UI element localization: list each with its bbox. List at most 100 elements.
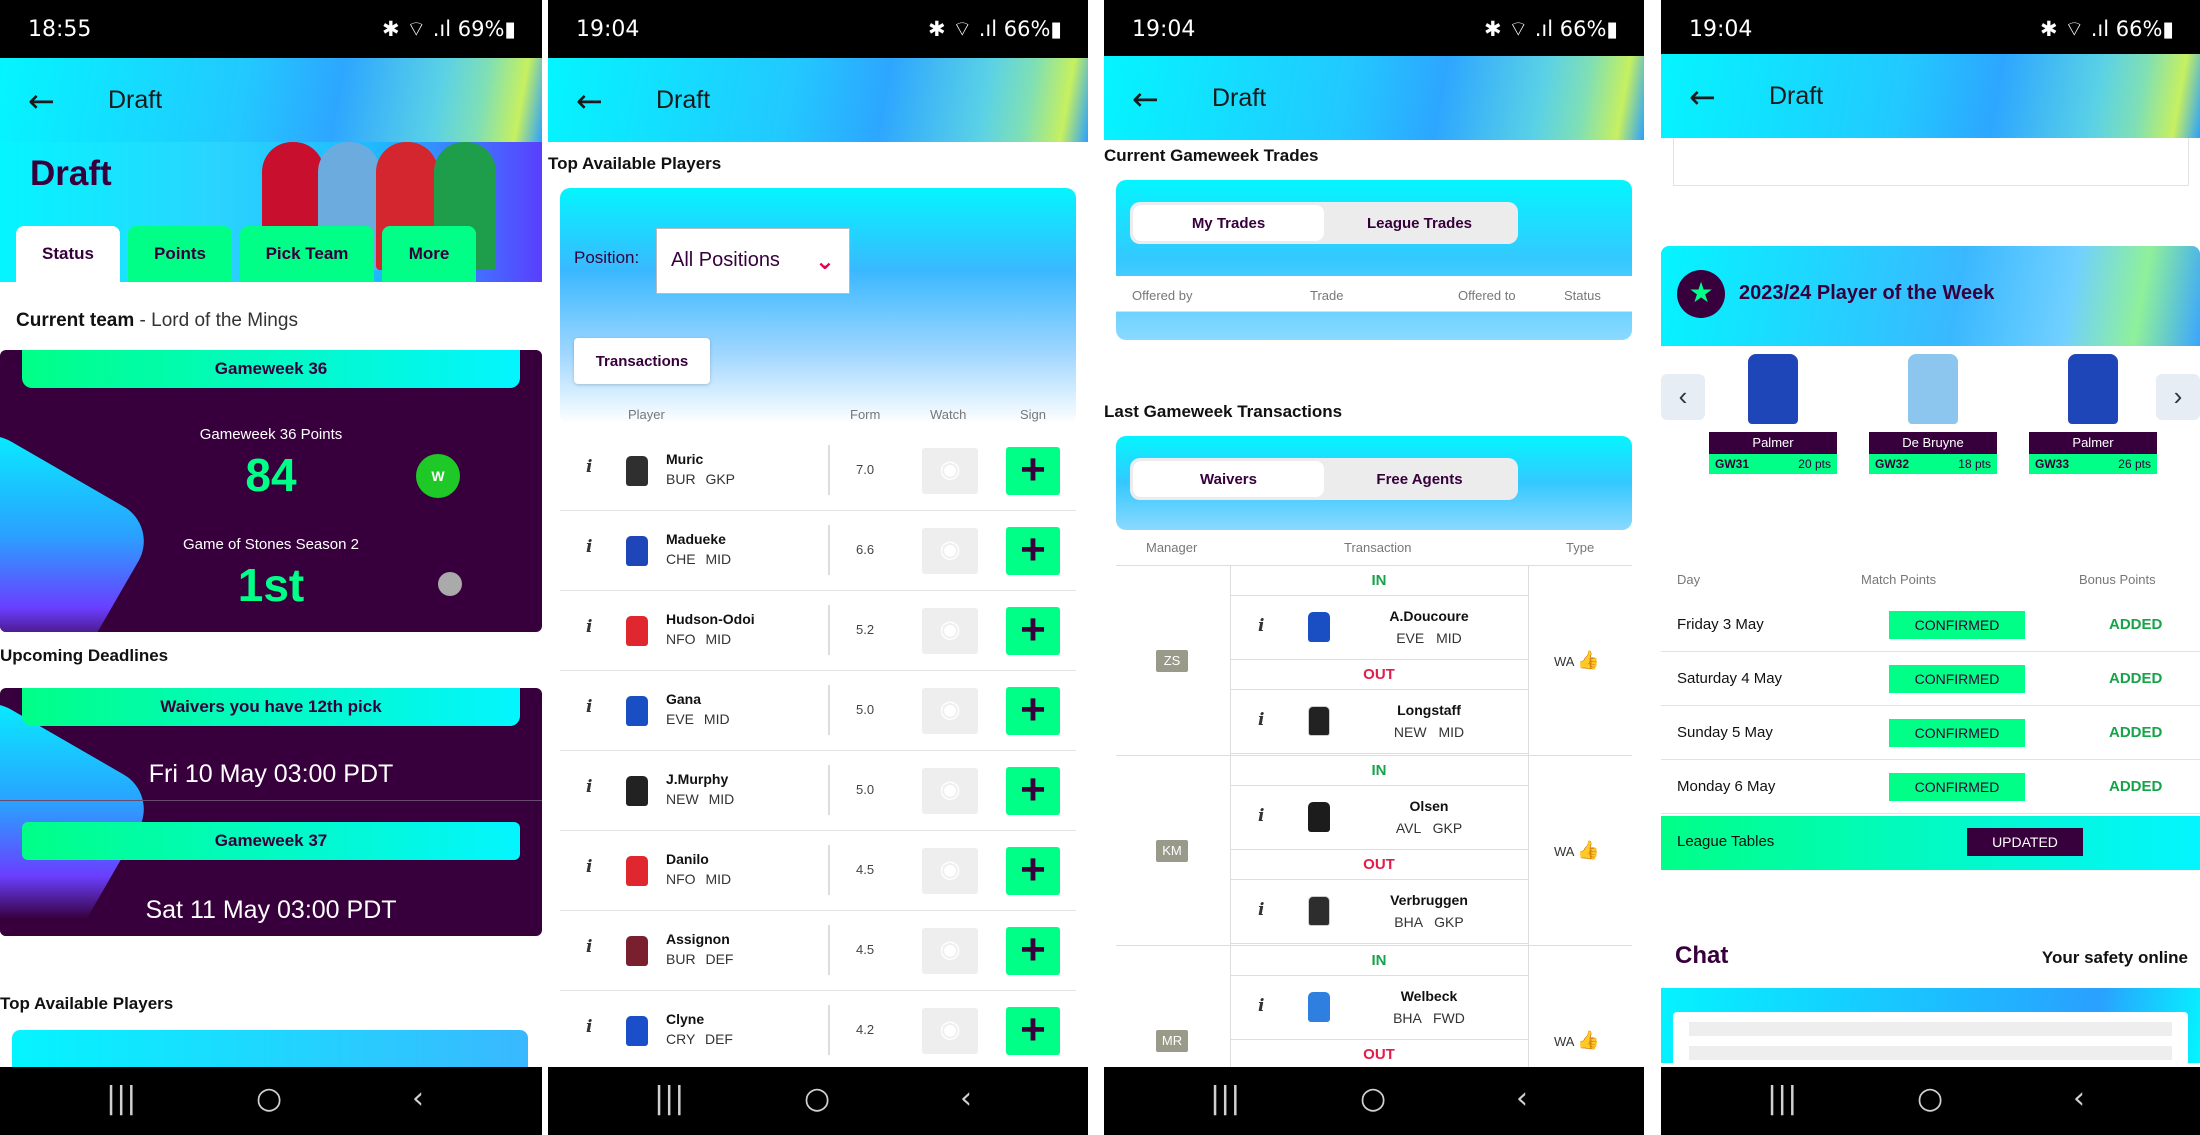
position-select[interactable]: All Positions ⌄ xyxy=(656,228,850,294)
kit-icon xyxy=(1308,992,1330,1022)
chevron-left-icon[interactable]: ‹ xyxy=(1661,374,1705,420)
status-icons: ✱ ⌔ .ıl 66%▮ xyxy=(1484,17,1618,41)
tab-pick-team[interactable]: Pick Team xyxy=(240,226,374,282)
clock: 19:04 xyxy=(576,17,640,42)
sign-plus-button[interactable]: + xyxy=(1006,767,1060,815)
player-in[interactable]: i Olsen AVL GKP xyxy=(1230,786,1528,850)
player-name: Olsen xyxy=(1409,798,1449,814)
tab-more[interactable]: More xyxy=(382,226,476,282)
recents-icon[interactable]: ||| xyxy=(1767,1081,1797,1116)
info-icon[interactable]: i xyxy=(586,617,592,637)
info-icon[interactable]: i xyxy=(586,1017,592,1037)
info-icon[interactable]: i xyxy=(1258,710,1264,730)
thumbs-up-icon: 👍 xyxy=(1577,1030,1600,1050)
watch-eye-icon[interactable]: ◉ xyxy=(922,928,978,974)
home-icon[interactable]: ○ xyxy=(256,1081,282,1116)
potw-item[interactable]: Palmer GW33 26 pts xyxy=(2029,354,2157,474)
divider xyxy=(828,925,830,975)
watch-eye-icon[interactable]: ◉ xyxy=(922,608,978,654)
back-arrow-icon[interactable]: ← xyxy=(1132,80,1159,118)
home-icon[interactable]: ○ xyxy=(1360,1081,1386,1116)
recents-icon[interactable]: ||| xyxy=(1210,1081,1240,1116)
chevron-right-icon[interactable]: › xyxy=(2156,374,2200,420)
player-in[interactable]: i A.Doucoure EVE MID xyxy=(1230,596,1528,660)
player-team-pos: AVL GKP xyxy=(1395,820,1463,836)
recents-icon[interactable]: ||| xyxy=(654,1081,684,1116)
potw-item[interactable]: De Bruyne GW32 18 pts xyxy=(1869,354,1997,474)
info-icon[interactable]: i xyxy=(586,697,592,717)
player-row[interactable]: i Danilo NFO MID 4.5 ◉ + xyxy=(560,831,1076,911)
info-icon[interactable]: i xyxy=(586,457,592,477)
info-icon[interactable]: i xyxy=(586,857,592,877)
sign-plus-button[interactable]: + xyxy=(1006,527,1060,575)
back-arrow-icon[interactable]: ← xyxy=(28,82,55,120)
transactions-button[interactable]: Transactions xyxy=(574,338,710,384)
tab-status[interactable]: Status xyxy=(16,226,120,282)
recents-icon[interactable]: ||| xyxy=(106,1081,136,1116)
player-team-pos: NEW MID xyxy=(1393,724,1465,740)
sign-plus-button[interactable]: + xyxy=(1006,687,1060,735)
potw-gw-points: GW31 20 pts xyxy=(1709,454,1837,474)
player-in[interactable]: i Welbeck BHA FWD xyxy=(1230,976,1528,1040)
watch-eye-icon[interactable]: ◉ xyxy=(922,768,978,814)
safety-online-link[interactable]: Your safety online xyxy=(2042,948,2188,968)
watch-eye-icon[interactable]: ◉ xyxy=(922,848,978,894)
back-arrow-icon[interactable]: ← xyxy=(1689,78,1716,116)
watch-eye-icon[interactable]: ◉ xyxy=(922,448,978,494)
potw-item[interactable]: Palmer GW31 20 pts xyxy=(1709,354,1837,474)
divider xyxy=(828,765,830,815)
player-row[interactable]: i Hudson-Odoi NFO MID 5.2 ◉ + xyxy=(560,591,1076,671)
player-form: 4.5 xyxy=(856,942,875,957)
tab-waivers[interactable]: Waivers xyxy=(1133,461,1324,497)
info-icon[interactable]: i xyxy=(1258,806,1264,826)
day-label: Sunday 5 May xyxy=(1677,724,1773,741)
info-icon[interactable]: i xyxy=(586,537,592,557)
info-icon[interactable]: i xyxy=(1258,616,1264,636)
status-bar: 19:04 ✱ ⌔ .ıl 66%▮ xyxy=(548,0,1088,58)
potw-gw-points: GW32 18 pts xyxy=(1869,454,1997,474)
player-out[interactable]: i Verbruggen BHA GKP xyxy=(1230,880,1528,944)
tab-league-trades[interactable]: League Trades xyxy=(1324,205,1515,241)
sign-plus-button[interactable]: + xyxy=(1006,847,1060,895)
watch-eye-icon[interactable]: ◉ xyxy=(922,1008,978,1054)
watch-eye-icon[interactable]: ◉ xyxy=(922,528,978,574)
home-icon[interactable]: ○ xyxy=(1917,1081,1943,1116)
nav-back-icon[interactable]: ‹ xyxy=(2073,1081,2085,1116)
info-icon[interactable]: i xyxy=(586,937,592,957)
tab-free-agents[interactable]: Free Agents xyxy=(1324,461,1515,497)
player-row[interactable]: i Muric BUR GKP 7.0 ◉ + xyxy=(560,431,1076,511)
info-icon[interactable]: i xyxy=(586,777,592,797)
out-label: OUT xyxy=(1230,850,1528,880)
out-label: OUT xyxy=(1230,1040,1528,1070)
tab-points[interactable]: Points xyxy=(128,226,232,282)
info-icon[interactable]: i xyxy=(1258,900,1264,920)
sign-plus-button[interactable]: + xyxy=(1006,447,1060,495)
header-title: Draft xyxy=(656,86,711,114)
info-icon[interactable]: i xyxy=(1258,996,1264,1016)
potw-player-name: Palmer xyxy=(2029,432,2157,454)
match-points-status: CONFIRMED xyxy=(1889,665,2025,693)
player-row[interactable]: i Gana EVE MID 5.0 ◉ + xyxy=(560,671,1076,751)
sign-plus-button[interactable]: + xyxy=(1006,1007,1060,1055)
player-row[interactable]: i Madueke CHE MID 6.6 ◉ + xyxy=(560,511,1076,591)
nav-back-icon[interactable]: ‹ xyxy=(412,1081,424,1116)
android-nav-bar: ||| ○ ‹ xyxy=(548,1067,1088,1135)
sign-plus-button[interactable]: + xyxy=(1006,607,1060,655)
player-row[interactable]: i Assignon BUR DEF 4.5 ◉ + xyxy=(560,911,1076,991)
sign-plus-button[interactable]: + xyxy=(1006,927,1060,975)
home-icon[interactable]: ○ xyxy=(804,1081,830,1116)
nav-back-icon[interactable]: ‹ xyxy=(960,1081,972,1116)
nav-back-icon[interactable]: ‹ xyxy=(1516,1081,1528,1116)
chat-card[interactable]: Chat Your safety online xyxy=(1661,928,2200,1072)
player-row[interactable]: i Clyne CRY DEF 4.2 ◉ + xyxy=(560,991,1076,1071)
back-arrow-icon[interactable]: ← xyxy=(576,82,603,120)
gameweek-card[interactable]: Gameweek 36 Gameweek 36 Points 84 W Game… xyxy=(0,350,542,632)
player-out[interactable]: i Longstaff NEW MID xyxy=(1230,690,1528,754)
tab-my-trades[interactable]: My Trades xyxy=(1133,205,1324,241)
divider xyxy=(828,845,830,895)
banner-title: Draft xyxy=(30,154,112,193)
manager-badge: KM xyxy=(1156,840,1188,862)
watch-eye-icon[interactable]: ◉ xyxy=(922,688,978,734)
rank-indicator xyxy=(438,572,462,596)
player-row[interactable]: i J.Murphy NEW MID 5.0 ◉ + xyxy=(560,751,1076,831)
